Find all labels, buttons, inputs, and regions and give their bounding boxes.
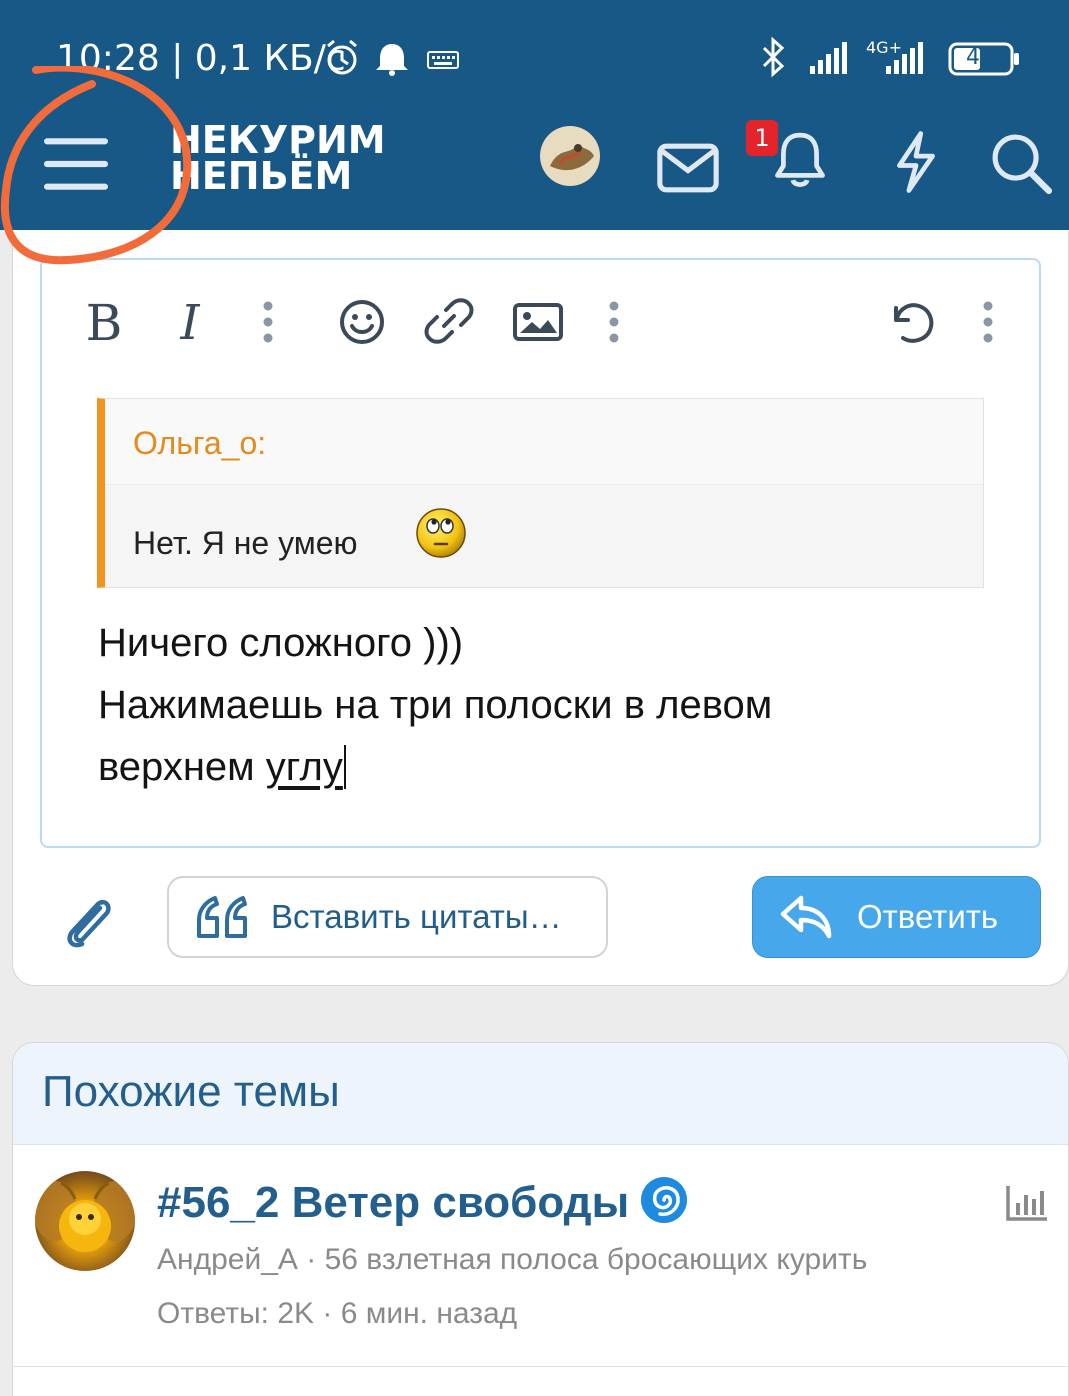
message-line-2: Нажимаешь на три полоски в левом	[98, 683, 773, 727]
bell-status-icon	[376, 44, 408, 76]
status-time: 10:28 | 0,1 КБ/с	[56, 38, 346, 79]
undo-icon[interactable]	[886, 296, 938, 348]
moth-avatar-image	[35, 1181, 135, 1252]
network-type: 4G+	[866, 38, 902, 57]
signal-icon-1	[810, 42, 847, 74]
quote-marks-icon	[197, 896, 247, 938]
thread-title-text: #56_2 Ветер свободы	[157, 1178, 630, 1227]
thread-stats: Ответы: 2K · 6 мин. назад	[157, 1297, 518, 1330]
insert-quotes-label: Вставить цитаты…	[271, 898, 562, 935]
status-bar: 10:28 | 0,1 КБ/с 4G+ 47	[0, 30, 1069, 90]
italic-button[interactable]: I	[160, 293, 220, 353]
keyboard-icon	[427, 51, 459, 69]
status-icons-left	[327, 39, 459, 76]
thread-title[interactable]: #56_2 Ветер свободы	[157, 1175, 689, 1228]
hamburger-menu-icon[interactable]	[44, 132, 108, 196]
notification-badge: 1	[746, 120, 778, 156]
image-icon[interactable]	[512, 302, 564, 342]
emoji-icon[interactable]	[338, 298, 386, 346]
message-line-3-start: верхнем	[98, 745, 266, 789]
logo-line-2: НЕПЬЁМ	[170, 154, 353, 198]
message-body[interactable]: Ничего сложного ))) Нажимаешь на три пол…	[98, 612, 772, 798]
thread-item[interactable]: #56_2 Ветер свободы Андрей_А · 56 взлетн…	[13, 1145, 1068, 1367]
similar-threads-title: Похожие темы	[42, 1067, 340, 1116]
user-avatar[interactable]	[540, 126, 600, 186]
top-header: 10:28 | 0,1 КБ/с 4G+ 47 НЕКУРИМ НЕПЬЁМ 1	[0, 0, 1069, 230]
message-line-1: Ничего сложного )))	[98, 621, 464, 665]
nav-bar: НЕКУРИМ НЕПЬЁМ	[0, 100, 1069, 220]
logo-line-1: НЕКУРИМ	[170, 118, 386, 162]
message-line-3-end: углу	[265, 745, 346, 789]
link-icon[interactable]	[424, 296, 474, 346]
reply-arrow-icon	[780, 895, 832, 939]
paperclip-icon[interactable]	[60, 890, 120, 950]
mail-icon[interactable]	[656, 136, 720, 200]
similar-threads-header: Похожие темы	[13, 1043, 1068, 1145]
insert-quotes-button[interactable]: Вставить цитаты…	[167, 876, 608, 958]
battery-level: 47	[966, 45, 994, 70]
cyclone-emoji-icon	[641, 1177, 688, 1223]
bold-button[interactable]: B	[74, 293, 134, 353]
lightning-icon[interactable]	[884, 130, 948, 194]
avatar-image	[540, 126, 600, 186]
reply-button[interactable]: Ответить	[752, 876, 1041, 958]
thread-author-avatar[interactable]	[35, 1171, 135, 1271]
more-vertical-icon[interactable]	[258, 300, 278, 344]
site-logo[interactable]: НЕКУРИМ НЕПЬЁМ	[170, 118, 386, 198]
bluetooth-icon	[762, 36, 785, 78]
quote-text: Нет. Я не умею	[133, 525, 358, 561]
quote-author[interactable]: Ольга_о:	[133, 425, 266, 462]
alarm-icon	[327, 39, 357, 75]
more-vertical-icon-2[interactable]	[604, 300, 624, 344]
similar-threads-panel: Похожие темы #56_2 Ветер свободы Андрей_…	[12, 1042, 1069, 1396]
rolling-eyes-smiley-icon	[416, 508, 466, 558]
quote-block: Ольга_о: Нет. Я не умею	[97, 398, 984, 588]
thread-meta: Андрей_А · 56 взлетная полоса бросающих …	[157, 1243, 868, 1276]
search-icon[interactable]	[990, 132, 1054, 196]
more-vertical-icon-3[interactable]	[978, 300, 998, 344]
reply-label: Ответить	[857, 898, 999, 935]
poll-chart-icon	[1006, 1186, 1047, 1221]
message-line-3: верхнем углу	[98, 736, 772, 798]
